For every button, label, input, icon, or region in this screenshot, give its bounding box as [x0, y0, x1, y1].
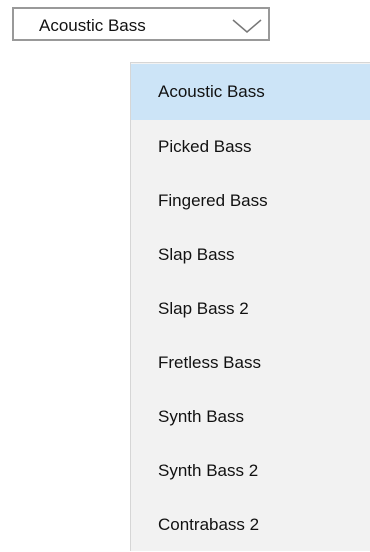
dropdown-option-synth-bass[interactable]: Synth Bass [131, 390, 370, 444]
dropdown-option-fingered-bass[interactable]: Fingered Bass [131, 174, 370, 228]
dropdown-option-slap-bass-2[interactable]: Slap Bass 2 [131, 282, 370, 336]
dropdown-options: Acoustic Bass Picked Bass Fingered Bass … [131, 64, 370, 552]
option-label: Fretless Bass [158, 353, 261, 372]
selected-instrument-label: Acoustic Bass [39, 16, 146, 35]
option-label: Fingered Bass [158, 191, 268, 210]
dropdown-option-acoustic-bass[interactable]: Acoustic Bass [131, 64, 370, 120]
dropdown-option-synth-bass-2[interactable]: Synth Bass 2 [131, 444, 370, 498]
option-label: Synth Bass [158, 407, 244, 426]
instrument-dropdown-list: Acoustic Bass Picked Bass Fingered Bass … [130, 62, 370, 551]
dropdown-option-fretless-bass[interactable]: Fretless Bass [131, 336, 370, 390]
option-label: Contrabass 2 [158, 515, 260, 534]
option-label: Slap Bass 2 [158, 299, 249, 318]
option-label: Synth Bass 2 [158, 461, 259, 480]
option-label: Slap Bass [158, 245, 235, 264]
dropdown-option-picked-bass[interactable]: Picked Bass [131, 120, 370, 174]
option-label: Picked Bass [158, 137, 252, 156]
option-label: Acoustic Bass [158, 82, 265, 101]
dropdown-option-contrabass-2[interactable]: Contrabass 2 [131, 498, 370, 552]
dropdown-option-slap-bass[interactable]: Slap Bass [131, 228, 370, 282]
instrument-select[interactable]: Acoustic Bass [12, 7, 270, 41]
chevron-down-icon[interactable] [232, 19, 262, 33]
